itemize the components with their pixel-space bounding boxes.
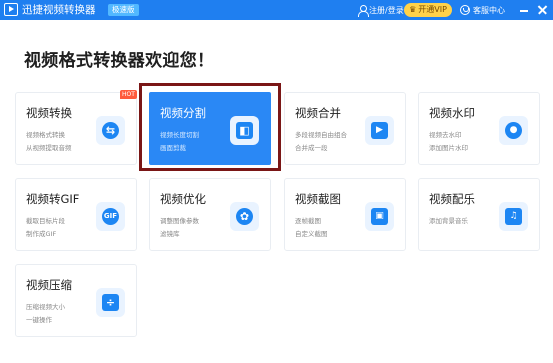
tool-card-convert[interactable]: 视频转换 视频格式转换 从视频提取音频 ⇆ — [15, 92, 137, 165]
card-title: 视频水印 — [429, 106, 475, 120]
convert-icon: ⇆ — [96, 116, 125, 145]
tool-card-screenshot[interactable]: 视频截图 逐帧截图 自定义截图 ▣ — [284, 178, 406, 251]
optimize-glyph: ✿ — [236, 208, 253, 225]
card-title: 视频转换 — [26, 106, 72, 120]
card-desc: 一键操作 — [26, 316, 52, 324]
card-desc: 截取目标片段 — [26, 217, 65, 225]
card-desc: 视频格式转换 — [26, 131, 65, 139]
merge-glyph: ▶ — [371, 122, 388, 139]
tool-card-optimize[interactable]: 视频优化 调整图像参数 滤镜库 ✿ — [149, 178, 271, 251]
card-desc: 滤镜库 — [160, 230, 180, 238]
page-title: 视频格式转换器欢迎您！ — [24, 51, 215, 71]
vip-button[interactable]: ♛ 开通VIP — [404, 3, 452, 17]
gif-icon: GIF — [96, 202, 125, 231]
merge-icon: ▶ — [365, 116, 394, 145]
vip-label: 开通VIP — [418, 5, 447, 14]
compress-icon: ÷ — [96, 288, 125, 317]
highlight-frame — [139, 83, 281, 171]
screenshot-glyph: ▣ — [371, 208, 388, 225]
convert-glyph: ⇆ — [102, 122, 119, 139]
compress-glyph: ÷ — [102, 294, 119, 311]
hot-badge: HOT — [120, 90, 137, 99]
watermark-stamp-icon: ● — [499, 116, 528, 145]
card-desc: 逐帧截图 — [295, 217, 321, 225]
card-title: 视频截图 — [295, 192, 341, 206]
card-desc: 制作成GIF — [26, 230, 57, 238]
film-reel-icon: ✿ — [230, 202, 259, 231]
help-center-link[interactable]: 客服中心 — [460, 3, 505, 17]
card-desc: 自定义截图 — [295, 230, 328, 238]
music-note-icon: ♫ — [499, 202, 528, 231]
card-title: 视频转GIF — [26, 192, 80, 206]
tool-card-music[interactable]: 视频配乐 添加背景音乐 ♫ — [418, 178, 540, 251]
card-desc: 从视频提取音频 — [26, 144, 72, 152]
app-logo-icon — [4, 3, 18, 16]
card-desc: 添加背景音乐 — [429, 217, 468, 225]
gif-glyph: GIF — [102, 208, 119, 225]
tool-card-gif[interactable]: 视频转GIF 截取目标片段 制作成GIF GIF — [15, 178, 137, 251]
card-desc: 调整图像参数 — [160, 217, 199, 225]
music-glyph: ♫ — [505, 208, 522, 225]
card-title: 视频优化 — [160, 192, 206, 206]
card-desc: 添加图片水印 — [429, 144, 468, 152]
minimize-icon[interactable] — [517, 2, 531, 18]
user-icon — [357, 4, 369, 17]
headset-icon — [460, 5, 470, 15]
crown-icon: ♛ — [409, 5, 417, 14]
login-link[interactable]: 注册/登录 — [357, 3, 404, 17]
card-title: 视频压缩 — [26, 278, 72, 292]
card-title: 视频合并 — [295, 106, 341, 120]
screenshot-image-icon: ▣ — [365, 202, 394, 231]
card-desc: 压缩视频大小 — [26, 303, 65, 311]
close-icon[interactable] — [536, 2, 550, 18]
card-title: 视频配乐 — [429, 192, 475, 206]
watermark-glyph: ● — [505, 122, 522, 139]
title-bar: 迅捷视频转换器 极速版 注册/登录 ♛ 开通VIP 客服中心 — [0, 0, 553, 20]
card-desc: 多段视频自由组合 — [295, 131, 347, 139]
tool-card-merge[interactable]: 视频合并 多段视频自由组合 合并成一段 ▶ — [284, 92, 406, 165]
login-label: 注册/登录 — [369, 5, 404, 15]
help-label: 客服中心 — [473, 5, 505, 15]
tool-card-compress[interactable]: 视频压缩 压缩视频大小 一键操作 ÷ — [15, 264, 137, 337]
card-desc: 视频去水印 — [429, 131, 462, 139]
edition-badge: 极速版 — [108, 4, 139, 16]
tool-card-watermark[interactable]: 视频水印 视频去水印 添加图片水印 ● — [418, 92, 540, 165]
card-desc: 合并成一段 — [295, 144, 328, 152]
app-title: 迅捷视频转换器 — [22, 4, 96, 16]
